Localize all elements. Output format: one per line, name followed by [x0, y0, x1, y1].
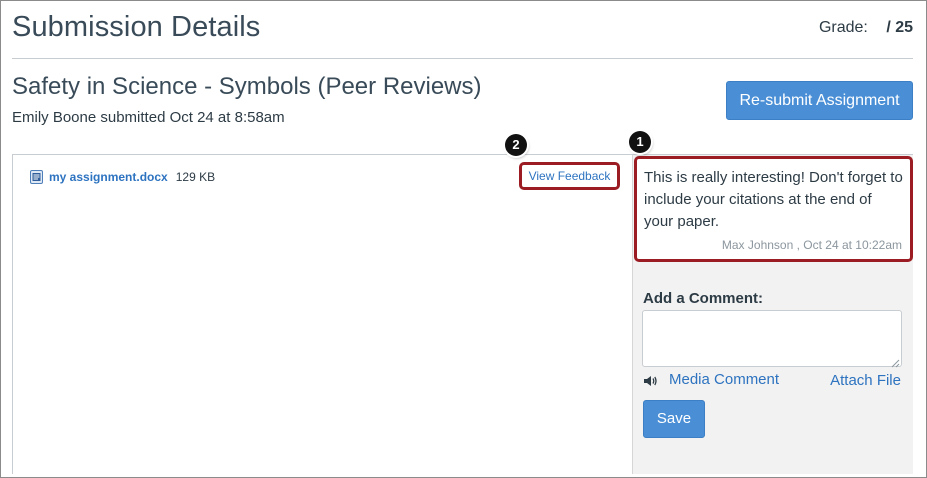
submission-info: Emily Boone submitted Oct 24 at 8:58am	[12, 109, 285, 126]
grade-total: / 25	[886, 19, 913, 36]
file-link[interactable]: my assignment.docx	[49, 170, 168, 184]
save-button[interactable]: Save	[643, 400, 705, 438]
view-feedback-link[interactable]: View Feedback	[519, 162, 620, 190]
speaker-icon	[644, 374, 658, 386]
comment-card: This is really interesting! Don't forget…	[634, 156, 913, 262]
add-comment-label: Add a Comment:	[643, 290, 763, 307]
callout-badge-2: 2	[505, 134, 527, 156]
attach-file-link[interactable]: Attach File	[830, 372, 901, 389]
media-comment-link[interactable]: Media Comment	[644, 371, 779, 388]
document-icon	[30, 170, 43, 184]
resubmit-assignment-button[interactable]: Re-submit Assignment	[726, 81, 913, 120]
file-size: 129 KB	[175, 170, 216, 184]
callout-badge-1: 1	[629, 131, 651, 153]
comment-author-date: Max Johnson , Oct 24 at 10:22am	[721, 238, 902, 252]
grade-display: Grade: / 25	[819, 19, 913, 37]
comment-textarea[interactable]	[642, 310, 902, 367]
grade-label: Grade:	[818, 19, 868, 36]
title-divider	[12, 58, 913, 59]
page-title: Submission Details	[12, 11, 261, 43]
assignment-title: Safety in Science - Symbols (Peer Review…	[12, 73, 482, 100]
submission-file: my assignment.docx 129 KB	[30, 170, 215, 184]
media-comment-label: Media Comment	[669, 371, 780, 388]
resize-grip-icon[interactable]	[890, 355, 900, 368]
comment-text: This is really interesting! Don't forget…	[644, 169, 903, 230]
